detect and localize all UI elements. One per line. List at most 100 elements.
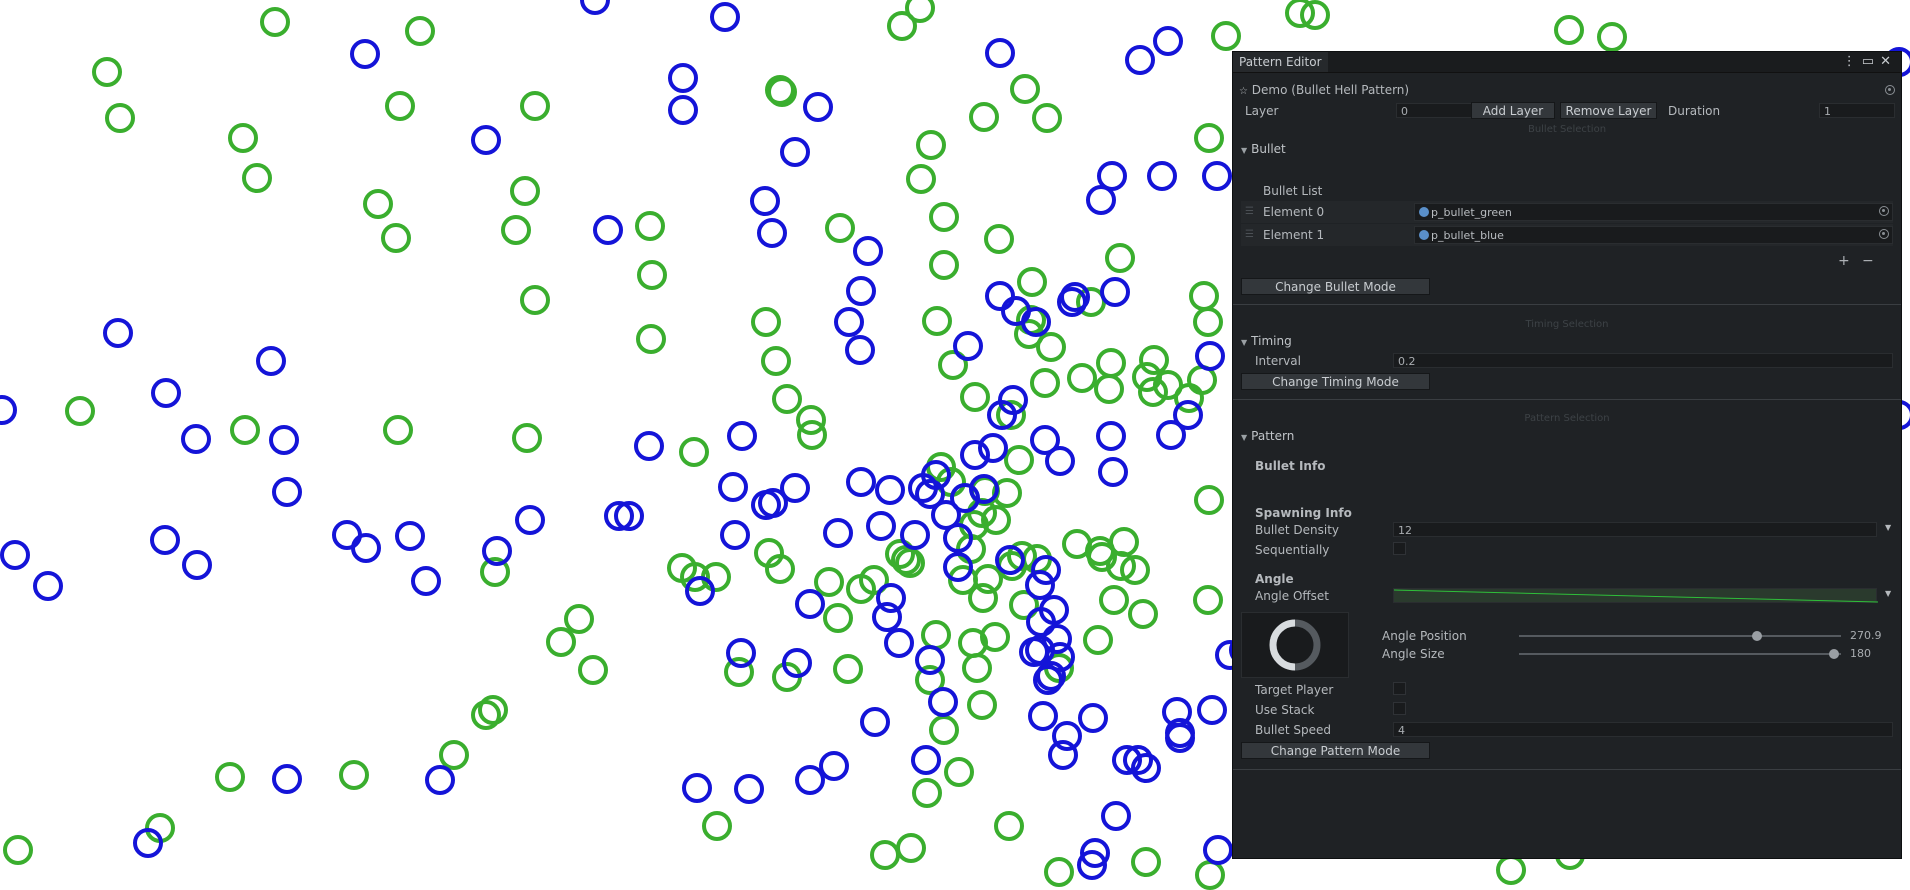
green-bullet: [772, 384, 802, 414]
angle-dial-icon: [1269, 619, 1321, 671]
close-icon[interactable]: ✕: [1880, 54, 1897, 69]
foldout-arrow-icon: ▼: [1241, 338, 1248, 347]
blue-bullet: [1052, 721, 1082, 751]
blue-bullet: [1028, 701, 1058, 731]
green-bullet: [1153, 370, 1183, 400]
object-value: p_bullet_green: [1431, 206, 1512, 219]
bullet-foldout[interactable]: ▼ Bullet: [1241, 142, 1286, 156]
angle-position-slider[interactable]: [1519, 635, 1841, 637]
timing-foldout[interactable]: ▼ Timing: [1241, 334, 1292, 348]
tab-pattern-editor[interactable]: Pattern Editor: [1233, 52, 1328, 72]
green-bullet: [896, 833, 926, 863]
green-bullet: [679, 437, 709, 467]
sequentially-label: Sequentially: [1255, 543, 1330, 557]
blue-bullet: [853, 236, 883, 266]
blue-bullet: [1100, 277, 1130, 307]
bullet-speed-field[interactable]: 4: [1393, 722, 1893, 737]
add-element-button[interactable]: +: [1838, 253, 1850, 269]
blue-bullet: [734, 774, 764, 804]
sequentially-checkbox[interactable]: [1393, 542, 1406, 555]
angle-size-field[interactable]: 180: [1846, 646, 1894, 661]
change-bullet-mode-button[interactable]: Change Bullet Mode: [1241, 278, 1430, 295]
green-bullet: [765, 554, 795, 584]
blue-bullet: [866, 511, 896, 541]
blue-bullet: [395, 521, 425, 551]
blue-bullet: [133, 828, 163, 858]
angle-offset-curve[interactable]: [1393, 588, 1878, 603]
green-bullet: [929, 250, 959, 280]
green-bullet: [242, 163, 272, 193]
change-pattern-mode-button[interactable]: Change Pattern Mode: [1241, 742, 1430, 759]
green-bullet: [846, 574, 876, 604]
blue-bullet: [1153, 26, 1183, 56]
remove-layer-button[interactable]: Remove Layer: [1560, 102, 1657, 119]
blue-bullet: [985, 38, 1015, 68]
kebab-menu-icon[interactable]: ⋮: [1843, 54, 1862, 69]
angle-position-field[interactable]: 270.9: [1846, 628, 1894, 643]
green-bullet: [1128, 599, 1158, 629]
angle-size-slider[interactable]: [1519, 653, 1841, 655]
green-bullet: [1105, 243, 1135, 273]
foldout-arrow-icon: ▼: [1241, 433, 1248, 442]
asset-picker-icon[interactable]: [1885, 85, 1895, 95]
angle-position-slider-knob[interactable]: [1752, 631, 1762, 641]
blue-bullet: [593, 215, 623, 245]
add-layer-button[interactable]: Add Layer: [1471, 102, 1555, 119]
blue-bullet: [269, 425, 299, 455]
blue-bullet: [182, 550, 212, 580]
interval-field[interactable]: 0.2: [1393, 353, 1893, 368]
green-bullet: [1597, 22, 1627, 52]
green-bullet: [906, 164, 936, 194]
object-field[interactable]: p_bullet_green: [1414, 203, 1893, 221]
green-bullet: [512, 423, 542, 453]
prefab-icon: [1419, 230, 1429, 240]
list-item: ☰ Element 1 p_bullet_blue: [1241, 224, 1893, 246]
remove-element-button[interactable]: −: [1862, 253, 1874, 269]
curve-graph: [1394, 589, 1878, 603]
bullet-density-label: Bullet Density: [1255, 523, 1340, 537]
use-stack-checkbox[interactable]: [1393, 702, 1406, 715]
change-timing-mode-button[interactable]: Change Timing Mode: [1241, 373, 1430, 390]
foldout-arrow-icon: ▼: [1241, 146, 1248, 155]
green-bullet: [478, 695, 508, 725]
object-picker-icon[interactable]: [1879, 229, 1889, 239]
blue-bullet: [823, 518, 853, 548]
blue-bullet: [1202, 161, 1232, 191]
green-bullet: [962, 653, 992, 683]
target-player-checkbox[interactable]: [1393, 682, 1406, 695]
green-bullet: [1036, 332, 1066, 362]
blue-bullet: [272, 477, 302, 507]
blue-bullet: [1096, 421, 1126, 451]
angle-size-slider-knob[interactable]: [1829, 649, 1839, 659]
maximize-icon[interactable]: ▭: [1862, 54, 1880, 69]
layer-label: Layer: [1245, 104, 1279, 118]
duration-field[interactable]: 1: [1819, 103, 1895, 118]
window-controls: ⋮▭✕: [1843, 54, 1897, 69]
drag-handle-icon[interactable]: ☰: [1245, 229, 1254, 240]
green-bullet: [1096, 348, 1126, 378]
green-bullet: [980, 622, 1010, 652]
bullet-density-field[interactable]: 12: [1393, 522, 1877, 537]
blue-bullet: [1195, 341, 1225, 371]
bullet-speed-label: Bullet Speed: [1255, 723, 1332, 737]
drag-handle-icon[interactable]: ☰: [1245, 206, 1254, 217]
green-bullet: [501, 215, 531, 245]
prefab-icon: [1419, 207, 1429, 217]
pattern-foldout[interactable]: ▼ Pattern: [1241, 429, 1294, 443]
blue-bullet: [272, 764, 302, 794]
green-bullet: [1083, 625, 1113, 655]
object-field[interactable]: p_bullet_blue: [1414, 226, 1893, 244]
bullet-info-header: Bullet Info: [1255, 459, 1326, 473]
object-picker-icon[interactable]: [1879, 206, 1889, 216]
green-bullet: [383, 415, 413, 445]
angle-header: Angle: [1255, 572, 1294, 586]
angle-position-label: Angle Position: [1382, 629, 1467, 643]
blue-bullet: [580, 0, 610, 15]
blue-bullet: [1078, 703, 1108, 733]
blue-bullet: [718, 472, 748, 502]
blue-bullet: [0, 540, 30, 570]
chevron-down-icon[interactable]: ▼: [1885, 523, 1891, 532]
chevron-down-icon[interactable]: ▼: [1885, 589, 1891, 598]
interval-label: Interval: [1255, 354, 1301, 368]
green-bullet: [3, 835, 33, 865]
